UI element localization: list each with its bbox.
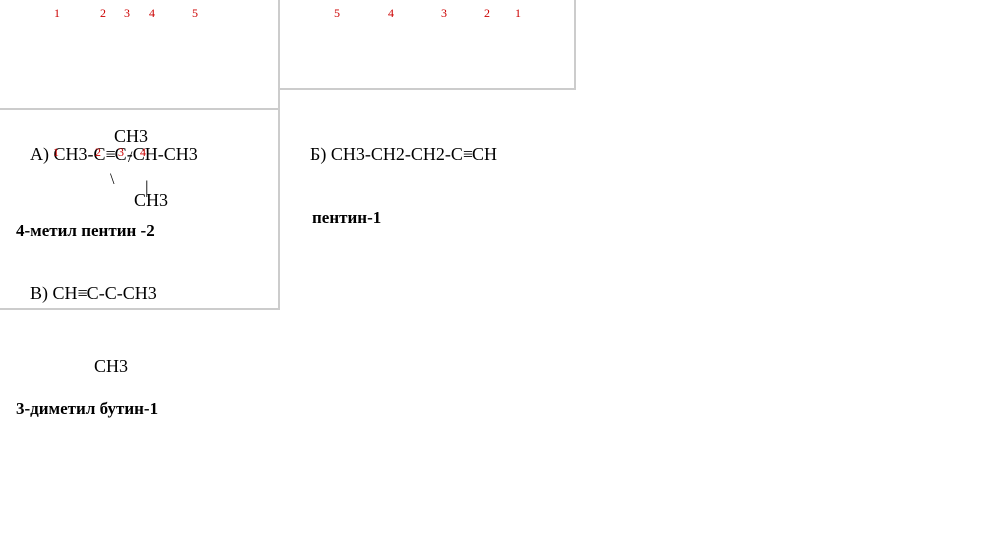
cell-a: 1 2 3 4 5 А) CH3-C≡C-CH-CH3 | CH3 4-мети…: [0, 0, 280, 110]
fc-triple: ≡: [78, 283, 87, 303]
fc-p5: -CH3: [117, 283, 157, 303]
name-c: 3-диметил бутин-1: [16, 399, 266, 419]
locant-a-4: 4: [149, 6, 155, 21]
formula-c: 1 2 3 4 / В) CH≡C-C-CH3 \: [12, 157, 266, 346]
bottom-bond-c: \: [110, 171, 114, 189]
fb-triple: ≡: [463, 144, 472, 164]
fb-p0: CH3-: [331, 144, 371, 164]
name-b: пентин-1: [312, 208, 562, 228]
locant-a-3: 3: [124, 6, 130, 21]
cell-b: 5 4 3 2 1 Б) CH3-CH2-CH2-C≡CH пентин-1: [280, 0, 576, 90]
locant-c-3: 3: [118, 145, 124, 160]
fc-p4: C: [105, 283, 117, 303]
top-branch-c: CH3: [114, 126, 266, 147]
formula-b: 5 4 3 2 1 Б) CH3-CH2-CH2-C≡CH: [292, 18, 562, 186]
fb-p3: C: [451, 144, 463, 164]
top-bond-c: /: [128, 149, 132, 167]
locant-b-1: 1: [515, 6, 521, 21]
locant-a-5: 5: [192, 6, 198, 21]
locant-c-4: 4: [140, 145, 146, 160]
locant-c-2: 2: [95, 145, 101, 160]
label-c: В): [30, 283, 48, 303]
locant-a-1: 1: [54, 6, 60, 21]
locant-b-5: 5: [334, 6, 340, 21]
cell-c: CH3 1 2 3 4 / В) CH≡C-C-CH3 \ CH3 3-диме…: [0, 110, 280, 310]
locant-b-4: 4: [388, 6, 394, 21]
fc-p0: CH: [53, 283, 78, 303]
fb-p2: CH2-: [411, 144, 451, 164]
locant-c-1: 1: [53, 145, 59, 160]
bottom-branch-c: CH3: [94, 356, 266, 377]
fc-p2: C: [87, 283, 99, 303]
fb-p1: CH2-: [371, 144, 411, 164]
locant-b-2: 2: [484, 6, 490, 21]
locant-a-2: 2: [100, 6, 106, 21]
locant-b-3: 3: [441, 6, 447, 21]
label-b: Б): [310, 144, 326, 164]
fb-p5: CH: [472, 144, 497, 164]
